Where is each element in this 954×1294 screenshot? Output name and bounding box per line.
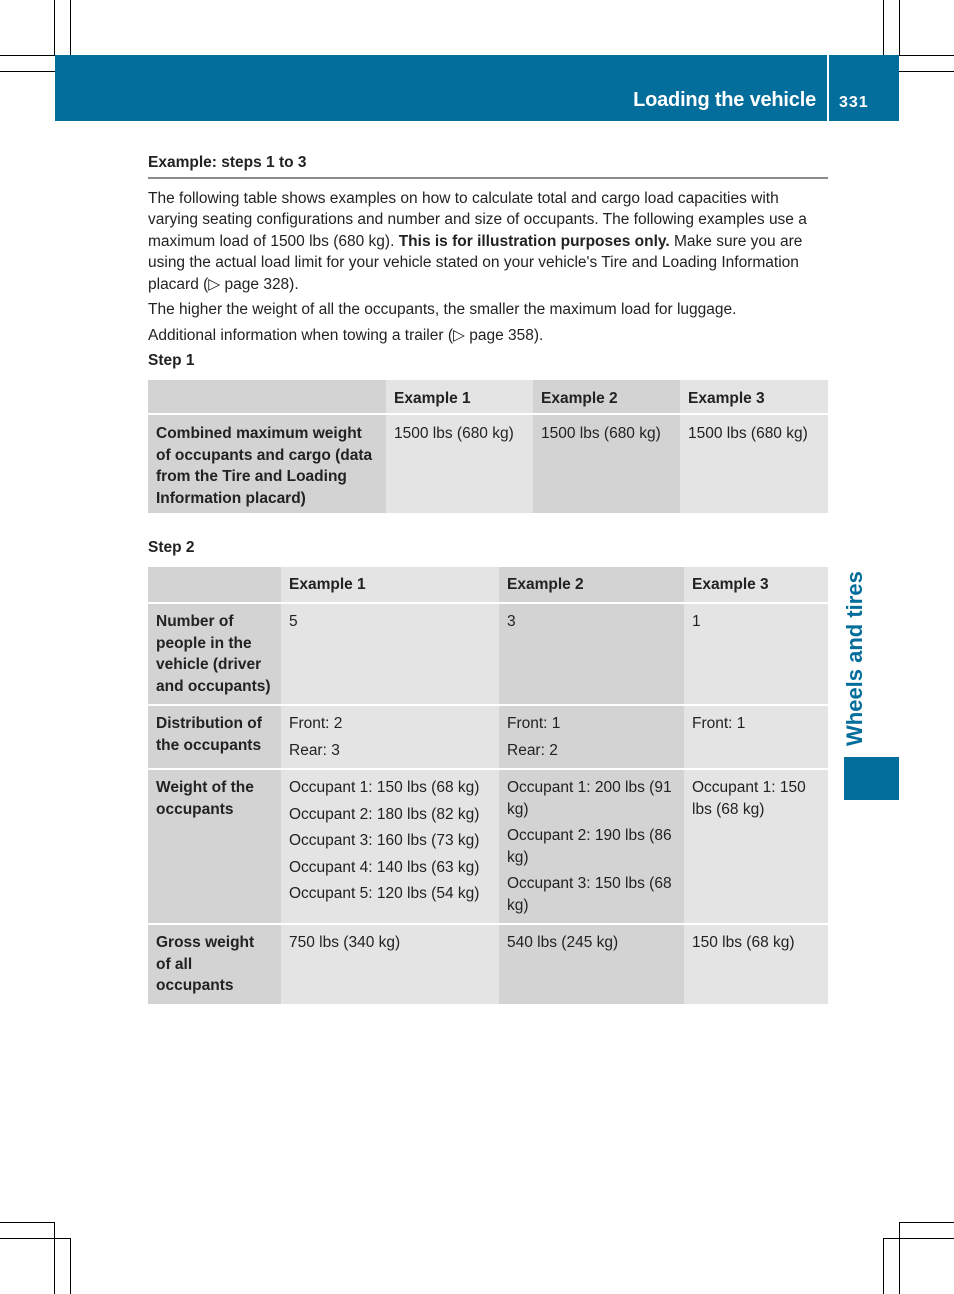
step-2-table: Example 1 Example 2 Example 3 Number of …: [148, 566, 828, 1006]
row-label: Gross weight of all occupants: [148, 924, 281, 1006]
main-content: Example: steps 1 to 3 The following tabl…: [148, 152, 828, 1006]
crop-mark: [0, 1222, 55, 1223]
page-number: 331: [839, 94, 869, 111]
cell-line: 5: [289, 613, 298, 630]
page-header: Loading the vehicle 331: [55, 55, 899, 121]
cell-line: 1: [692, 613, 701, 630]
table-header-cell: Example 2: [499, 566, 684, 604]
intro-paragraph: The following table shows examples on ho…: [148, 188, 828, 296]
table-cell: 750 lbs (340 kg): [281, 924, 499, 1006]
table-header-cell: [148, 566, 281, 604]
crop-mark: [54, 1222, 55, 1294]
crop-mark: [899, 0, 900, 55]
crop-mark: [899, 1222, 954, 1223]
table-cell: 5: [281, 603, 499, 706]
chapter-tab: Wheels and tires: [842, 562, 872, 752]
cell-line: 750 lbs (340 kg): [289, 934, 401, 951]
table-header-cell: Example 1: [281, 566, 499, 604]
step-1-table: Example 1 Example 2 Example 3 Combined m…: [148, 379, 828, 515]
intro-emphasis: This is for illustration purposes only.: [398, 232, 670, 250]
section-title: Loading the vehicle: [633, 89, 816, 111]
cell-line: Occupant 5: 120 lbs (54 kg): [289, 885, 480, 902]
row-label: Combined maximum weight of occupants and…: [148, 414, 386, 515]
cell-line: Occupant 3: 160 lbs (73 kg): [289, 832, 480, 849]
table-cell: Occupant 1: 150 lbs (68 kg) Occupant 2: …: [281, 769, 499, 925]
cell-line: Occupant 4: 140 lbs (63 kg): [289, 858, 480, 876]
table-header-row: Example 1 Example 2 Example 3: [148, 566, 828, 604]
cell-line: Rear: 3: [289, 741, 340, 759]
table-header-row: Example 1 Example 2 Example 3: [148, 379, 828, 415]
cell-line: Rear: 2: [507, 741, 558, 759]
table-cell: Occupant 1: 150 lbs (68 kg): [684, 769, 828, 925]
crop-mark: [70, 1238, 71, 1294]
table-header-cell: Example 2: [533, 379, 680, 415]
table-row: Weight of the occupants Occupant 1: 150 …: [148, 769, 828, 925]
cell-line: 3: [507, 613, 516, 630]
table-cell: Occupant 1: 200 lbs (91 kg) Occupant 2: …: [499, 769, 684, 925]
crop-mark: [883, 0, 884, 55]
table-cell: Front: 2 Rear: 3: [281, 705, 499, 770]
table-header-cell: [148, 379, 386, 415]
cell-line: Occupant 1: 150 lbs (68 kg): [692, 779, 806, 818]
table-header-cell: Example 3: [680, 379, 828, 415]
table-cell: 540 lbs (245 kg): [499, 924, 684, 1006]
table-cell: 1500 lbs (680 kg): [680, 414, 828, 515]
table-cell: Front: 1 Rear: 2: [499, 705, 684, 770]
cell-line: Occupant 2: 190 lbs (86 kg): [507, 827, 672, 866]
towing-note: Additional information when towing a tra…: [148, 326, 544, 344]
crop-mark: [899, 1222, 900, 1294]
cell-line: 540 lbs (245 kg): [507, 934, 619, 951]
crop-mark: [883, 1238, 954, 1239]
chapter-tab-label: Wheels and tires: [842, 571, 867, 746]
crop-mark: [54, 0, 55, 55]
row-label: Distribution of the occupants: [148, 705, 281, 770]
table-cell: 1: [684, 603, 828, 706]
crop-mark: [899, 71, 954, 72]
crop-mark: [70, 0, 71, 55]
cell-line: Front: 2: [289, 715, 343, 732]
table-cell: 3: [499, 603, 684, 706]
cell-line: Front: 1: [692, 715, 746, 732]
crop-mark: [0, 55, 55, 56]
table-cell: 1500 lbs (680 kg): [386, 414, 533, 515]
crop-mark: [883, 1238, 884, 1294]
header-divider: [827, 55, 829, 121]
chapter-tab-marker: [844, 757, 899, 800]
table-header-cell: Example 3: [684, 566, 828, 604]
table-cell: Front: 1: [684, 705, 828, 770]
table-row: Gross weight of all occupants 750 lbs (3…: [148, 924, 828, 1006]
cell-line: Occupant 2: 180 lbs (82 kg): [289, 805, 480, 823]
crop-mark: [0, 71, 55, 72]
example-heading: Example: steps 1 to 3: [148, 152, 828, 179]
table-row: Combined maximum weight of occupants and…: [148, 414, 828, 515]
table-header-cell: Example 1: [386, 379, 533, 415]
step-1-label: Step 1: [148, 352, 195, 369]
table-row: Number of people in the vehicle (driver …: [148, 603, 828, 706]
cell-line: Occupant 1: 200 lbs (91 kg): [507, 779, 672, 818]
row-label: Weight of the occupants: [148, 769, 281, 925]
crop-mark: [0, 1238, 71, 1239]
table-cell: 1500 lbs (680 kg): [533, 414, 680, 515]
row-label: Number of people in the vehicle (driver …: [148, 603, 281, 706]
occupant-weight-note: The higher the weight of all the occupan…: [148, 301, 737, 318]
cell-line: Occupant 1: 150 lbs (68 kg): [289, 779, 480, 796]
step-2-label: Step 2: [148, 539, 195, 556]
table-cell: 150 lbs (68 kg): [684, 924, 828, 1006]
cell-line: Occupant 3: 150 lbs (68 kg): [507, 875, 672, 914]
table-row: Distribution of the occupants Front: 2 R…: [148, 705, 828, 770]
crop-mark: [899, 55, 954, 56]
cell-line: Front: 1: [507, 715, 561, 732]
cell-line: 150 lbs (68 kg): [692, 934, 795, 951]
